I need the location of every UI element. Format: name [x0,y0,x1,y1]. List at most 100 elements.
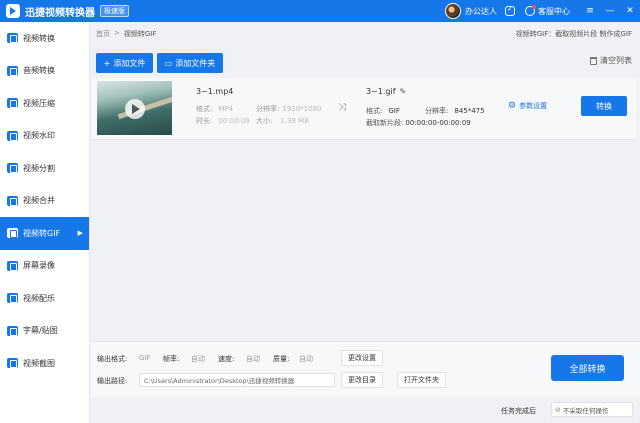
sidebar-item-video-screenshot[interactable]: 视频截图 [0,347,89,380]
source-duration: 时长: 00:00:09 [196,117,250,125]
notification-dot [532,5,536,9]
vip-icon[interactable] [505,5,515,16]
output-format: 格式: GIF [366,107,400,115]
output-resolution: 分辨率: 845*475 [425,107,485,115]
video-gif-icon [7,228,18,239]
sidebar-item-label: 视频转GIF [23,228,61,238]
breadcrumb-separator: > [114,29,120,37]
speed-value: 自动 [246,355,260,363]
output-settings-panel: 输出格式: GIF 帧率: 自动 速度: 自动 质量: 自动 更改设置 输出路径… [91,341,640,397]
support-icon[interactable] [525,5,536,16]
output-format-label: 输出格式: [97,355,128,363]
sidebar: 视频转换 音频转换 视频压缩 视频水印 视频分割 视频合并 视频转GIF ▶ 屏幕… [0,22,90,423]
params-label: 参数设置 [519,102,548,110]
video-watermark-icon [7,130,18,141]
sidebar-item-label: 视频配乐 [23,293,55,303]
sidebar-item-label: 视频水印 [23,131,55,141]
output-name-text: 3~1.gif [366,87,396,96]
screen-record-icon [7,260,18,271]
change-directory-button[interactable]: 更改目录 [341,372,383,388]
change-settings-button[interactable]: 更改设置 [341,350,383,366]
breadcrumb: 首页 > 视频转GIF [96,29,156,39]
file-list-item: 3~1.mp4 格式: MP4 分辨率: 1920*1080 时长: 00:00:09… [92,78,636,140]
sidebar-item-video-music[interactable]: 视频配乐 [0,282,89,315]
fps-value: 自动 [191,355,205,363]
after-completion-value: 不采取任何操作 [562,406,609,415]
source-file-name: 3~1.mp4 [196,87,234,96]
audio-convert-icon [7,65,18,76]
support-center-link[interactable]: 客服中心 [538,6,570,17]
play-icon[interactable] [125,99,145,119]
video-music-icon [7,293,18,304]
avatar[interactable] [445,3,461,19]
breadcrumb-current: 视频转GIF [123,30,157,38]
trash-icon [590,56,597,65]
menu-icon[interactable]: ≡ [580,0,600,22]
output-path-field[interactable]: C:\Users\Administrator\Desktop\迅捷视频转换器 [139,373,335,387]
sidebar-item-screen-record[interactable]: 屏幕录像 [0,250,89,283]
sidebar-item-label: 音频转换 [23,66,55,76]
output-path-label: 输出路径: [97,377,128,385]
sidebar-item-video-watermark[interactable]: 视频水印 [0,120,89,153]
sidebar-item-video-gif[interactable]: 视频转GIF ▶ [0,217,89,250]
sidebar-item-video-compress[interactable]: 视频压缩 [0,87,89,120]
subtitle-icon [7,325,18,336]
video-compress-icon [7,98,18,109]
edition-badge: 极速版 [100,5,129,17]
plus-icon: + [103,58,111,68]
add-folder-label: 添加文件夹 [175,58,216,68]
sidebar-item-video-merge[interactable]: 视频合并 [0,185,89,218]
video-merge-icon [7,195,18,206]
convert-all-button[interactable]: 全部转换 [551,355,624,381]
sidebar-item-subtitle[interactable]: 字幕/贴图 [0,315,89,348]
app-title: 迅捷视频转换器 [25,7,95,19]
add-file-button[interactable]: + 添加文件 [96,53,153,73]
shuffle-icon: ⤨ [338,102,346,113]
open-folder-button[interactable]: 打开文件夹 [397,372,446,388]
speed-label: 速度: [218,355,235,363]
feature-description: 视频转GIF：截取视频片段 制作成GIF [515,30,632,38]
sidebar-item-label: 视频截图 [23,358,55,368]
after-completion-select[interactable]: ⊘ 不采取任何操作 [551,402,633,417]
video-screenshot-icon [7,358,18,369]
after-completion-label: 任务完成后 [501,407,536,415]
sidebar-item-video-split[interactable]: 视频分割 [0,152,89,185]
source-resolution: 分辨率: 1920*1080 [256,105,322,113]
add-file-label: 添加文件 [113,58,146,68]
sidebar-item-audio-convert[interactable]: 音频转换 [0,55,89,88]
chevron-right-icon: ▶ [77,229,83,238]
sidebar-item-label: 视频压缩 [23,98,55,108]
sidebar-item-label: 视频转换 [23,33,55,43]
app-logo-icon [6,4,20,18]
sidebar-item-label: 视频分割 [23,163,55,173]
status-bar: 任务完成后 ⊘ 不采取任何操作 [91,397,640,423]
minimize-button[interactable]: — [600,0,620,22]
sidebar-item-video-convert[interactable]: 视频转换 [0,22,89,55]
gear-icon: ⚙ [508,101,517,111]
sidebar-item-label: 视频合并 [23,196,55,206]
edit-icon[interactable]: ✎ [400,87,407,96]
sidebar-item-label: 字幕/贴图 [23,326,58,336]
source-format: 格式: MP4 [196,105,234,113]
convert-button[interactable]: 转换 [581,96,627,116]
parameter-settings-link[interactable]: ⚙ 参数设置 [508,101,547,111]
clear-list-label: 清空列表 [600,56,632,65]
video-convert-icon [7,33,18,44]
output-file-name: 3~1.gif ✎ [366,87,406,96]
prohibited-icon: ⊘ [555,405,561,414]
fps-label: 帧率: [163,355,180,363]
clip-range: 截取新片段: 00:00:00-00:00:09 [366,119,471,127]
quality-value: 自动 [299,355,313,363]
breadcrumb-home[interactable]: 首页 [96,29,110,39]
user-name[interactable]: 办公达人 [465,6,497,17]
output-format-value: GIF [139,354,151,362]
quality-label: 质量: [273,355,290,363]
title-bar: 迅捷视频转换器 极速版 办公达人 客服中心 ≡ — ✕ [0,0,640,22]
clear-list-button[interactable]: 清空列表 [590,55,632,66]
video-thumbnail[interactable] [97,81,172,135]
folder-icon: ▭ [164,58,173,68]
close-button[interactable]: ✕ [620,0,640,22]
sidebar-item-label: 屏幕录像 [23,261,55,271]
source-size: 大小: 1.38 MB [256,117,310,125]
add-folder-button[interactable]: ▭ 添加文件夹 [157,53,223,73]
